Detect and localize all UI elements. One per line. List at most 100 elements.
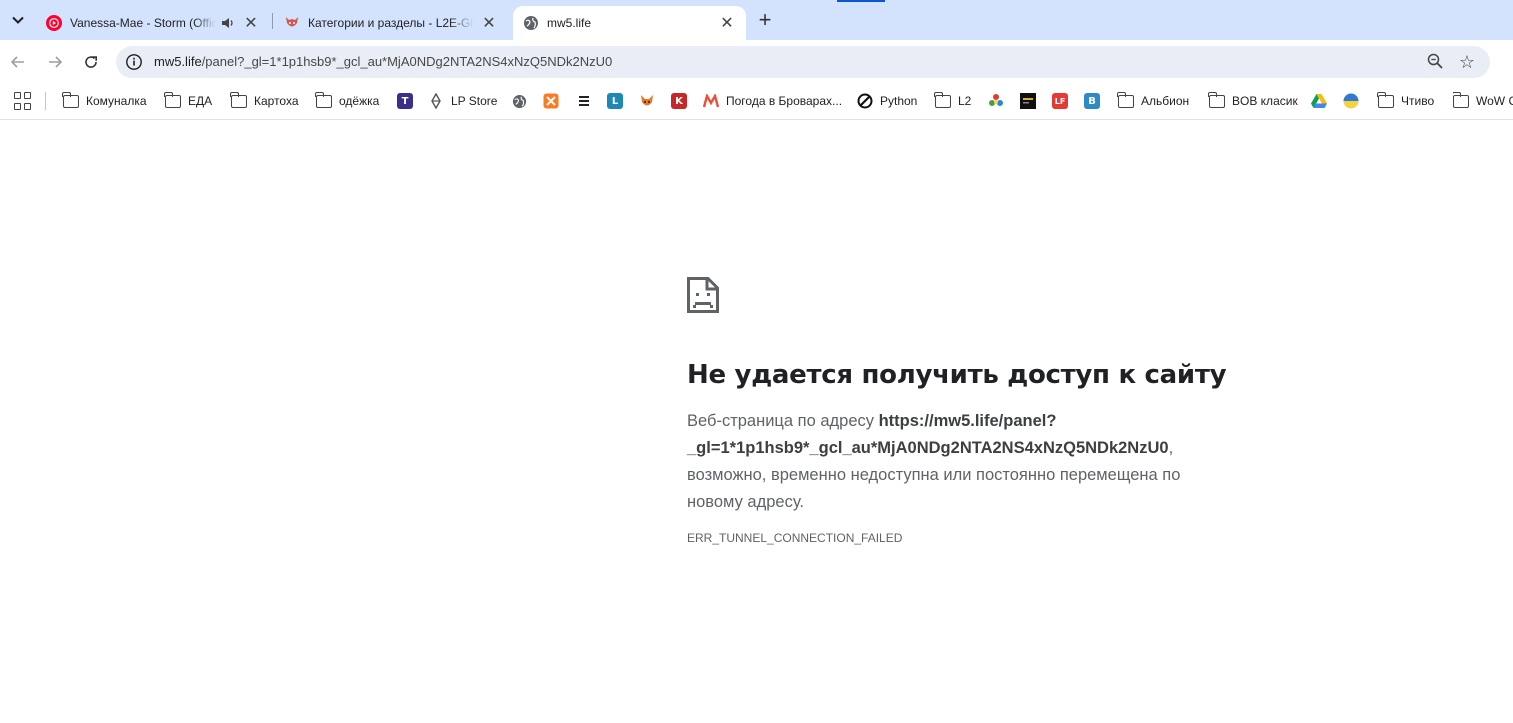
forward-button[interactable] [43, 50, 67, 74]
e-icon [576, 93, 592, 109]
bookmark-label: Python [880, 94, 918, 108]
bookmark-google-drive[interactable] [1311, 90, 1327, 112]
bookmark-folder-bob-klasik[interactable]: BOB класик [1208, 90, 1298, 112]
bookmark-folder-eda[interactable]: ЕДА [164, 90, 213, 112]
bookmark-label: LP Store [451, 94, 498, 108]
fox-icon [639, 93, 655, 109]
folder-icon [62, 91, 79, 109]
sad-document-icon [687, 277, 719, 313]
folder-icon [315, 91, 332, 109]
zoom-icon[interactable] [1426, 52, 1446, 72]
folder-icon [1453, 91, 1469, 109]
google-drive-icon [1311, 93, 1327, 109]
bookmark-lf[interactable]: LF [1052, 90, 1068, 112]
bookmark-folder-albion[interactable]: Альбион [1117, 90, 1190, 112]
new-tab-button[interactable]: + [753, 7, 777, 32]
globe-icon [523, 15, 539, 31]
close-tab-icon[interactable]: ✕ [718, 14, 736, 32]
bookmark-folder-chtivo[interactable]: Чтиво [1377, 90, 1435, 112]
folder-icon [230, 91, 247, 109]
tab-strip: Vanessa-Mae - Storm (Official Video) ✕ К… [0, 0, 1513, 40]
python-link-icon [857, 93, 873, 109]
bookmark-l[interactable]: L [607, 90, 623, 112]
bookmark-folder-odezhka[interactable]: одёжка [315, 90, 380, 112]
l2e-devil-icon [284, 15, 300, 31]
k-logo-icon: K [671, 93, 687, 109]
dark-site-icon [1020, 93, 1036, 109]
close-tab-icon[interactable]: ✕ [480, 14, 498, 32]
tab-mw5-life[interactable]: mw5.life ✕ [513, 6, 746, 40]
b-logo-icon: B [1084, 93, 1100, 109]
l-logo-icon: L [607, 93, 623, 109]
error-url-line2: _gl=1*1p1hsb9*_gcl_au*MjA0NDg2NTA2NS4xNz… [687, 439, 1169, 457]
bookmark-folder-wow-classic[interactable]: WoW Cl [1453, 90, 1513, 112]
bookmark-dark-site[interactable] [1020, 90, 1036, 112]
bookmark-python[interactable]: Python [857, 90, 917, 112]
bookmark-label: BOB класик [1232, 94, 1298, 108]
t-logo-icon: T [397, 93, 413, 109]
tab-title: Vanessa-Mae - Storm (Official Video) [70, 16, 216, 30]
back-button[interactable] [6, 50, 30, 74]
bookmarks-bar: Комуналка ЕДА Картоха одёжка T LP Store [0, 84, 1513, 120]
arrow-left-icon [10, 56, 24, 68]
weather-icon [703, 93, 719, 109]
url-text[interactable]: mw5.life/panel?_gl=1*1p1hsb9*_gcl_au*MjA… [154, 54, 612, 69]
url-path: /panel?_gl=1*1p1hsb9*_gcl_au*MjA0NDg2NTA… [201, 54, 613, 69]
bookmark-star-icon[interactable]: ☆ [1456, 51, 1478, 73]
bookmark-folder-kartoha[interactable]: Картоха [230, 90, 299, 112]
bookmarks-separator [45, 92, 46, 110]
tab-separator [272, 13, 273, 29]
site-info-icon[interactable] [124, 52, 144, 72]
reload-button[interactable] [79, 50, 103, 74]
star-logo-icon [988, 93, 1004, 109]
bookmark-star-logo[interactable] [988, 90, 1004, 112]
tab-title: mw5.life [547, 16, 592, 30]
speaker-icon[interactable] [220, 15, 236, 31]
tab-search-button[interactable] [6, 8, 30, 32]
url-host: mw5.life [154, 54, 202, 69]
bookmark-k[interactable]: K [671, 90, 687, 112]
folder-icon [934, 91, 951, 109]
bookmark-globe[interactable] [511, 90, 527, 112]
close-tab-icon[interactable]: ✕ [242, 14, 260, 32]
bookmark-fox[interactable] [639, 90, 655, 112]
bookmark-label: L2 [958, 94, 972, 108]
address-bar[interactable]: mw5.life/panel?_gl=1*1p1hsb9*_gcl_au*MjA… [116, 46, 1490, 78]
bookmark-xampp[interactable] [543, 90, 559, 112]
apps-grid-icon[interactable] [14, 92, 32, 110]
chevron-down-icon [12, 16, 24, 24]
bookmark-label: Погода в Броварах... [726, 94, 843, 108]
bookmark-t[interactable]: T [397, 90, 413, 112]
bookmark-label: Комуналка [86, 94, 147, 108]
toolbar: mw5.life/panel?_gl=1*1p1hsb9*_gcl_au*MjA… [0, 40, 1513, 109]
tabstrip-accent-line [837, 0, 885, 2]
tab-title: Категории и разделы - L2E-Global [308, 16, 474, 30]
folder-icon [1208, 91, 1225, 109]
bookmark-label: ЕДА [188, 94, 213, 108]
tab-l2e-global[interactable]: Категории и разделы - L2E-Global ✕ [274, 6, 508, 40]
plus-icon: + [758, 7, 772, 32]
xampp-icon [543, 93, 559, 109]
youtube-music-icon [46, 15, 62, 31]
folder-icon [1117, 91, 1134, 109]
folder-icon [164, 91, 181, 109]
folder-icon [1377, 91, 1394, 109]
error-code: ERR_TUNNEL_CONNECTION_FAILED [687, 531, 903, 545]
bookmark-ukraine[interactable] [1343, 90, 1359, 112]
bookmark-e[interactable] [576, 90, 592, 112]
bookmark-label: одёжка [339, 94, 380, 108]
error-url-line1: https://mw5.life/panel? [878, 412, 1057, 430]
arrow-right-icon [49, 56, 63, 68]
bookmark-folder-komunalka[interactable]: Комуналка [62, 90, 147, 112]
bookmark-folder-l2[interactable]: L2 [934, 90, 972, 112]
bookmark-label: Чтиво [1401, 94, 1435, 108]
reload-icon [85, 56, 97, 68]
globe-icon [511, 93, 527, 109]
lf-logo-icon: LF [1052, 93, 1068, 109]
bookmark-label: Альбион [1141, 94, 1190, 108]
bookmark-b[interactable]: B [1084, 90, 1100, 112]
bookmark-weather-brovary[interactable]: Погода в Броварах... [703, 90, 842, 112]
bookmark-lp-store[interactable]: LP Store [428, 90, 497, 112]
lp-store-icon [428, 93, 444, 109]
tab-youtube[interactable]: Vanessa-Mae - Storm (Official Video) ✕ [36, 6, 270, 40]
